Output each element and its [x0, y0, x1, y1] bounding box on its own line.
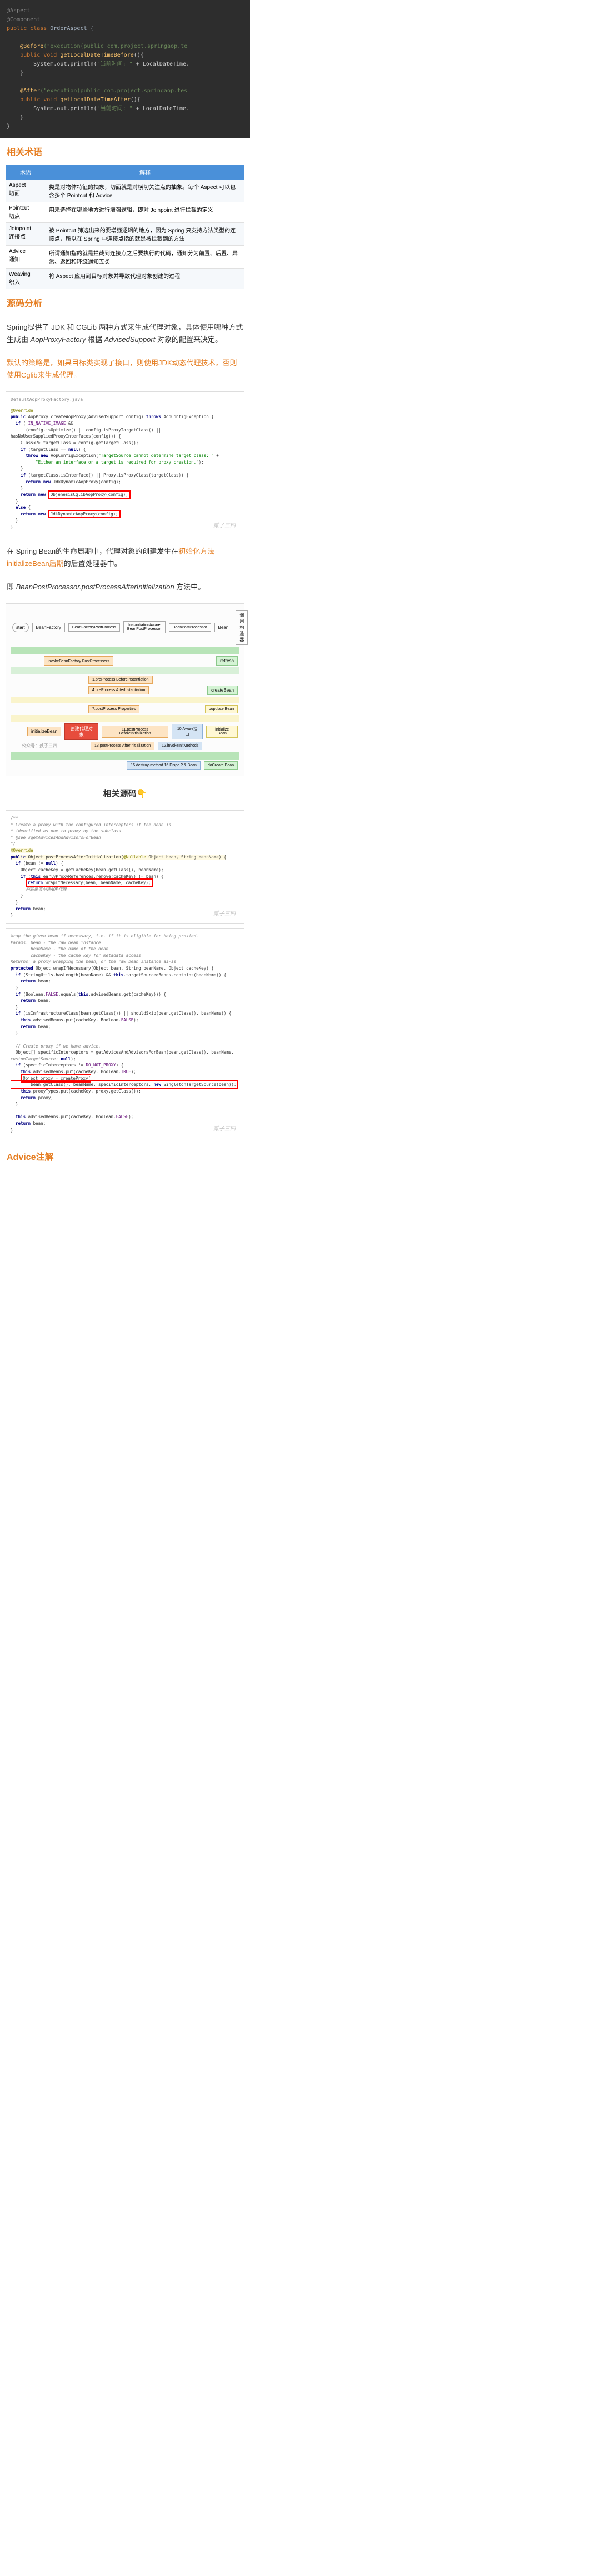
section-advice: Advice注解 — [0, 1143, 250, 1169]
term-cell: Pointcut切点 — [6, 202, 46, 223]
diag-gz: 公众号：贰子三四 — [22, 743, 57, 749]
diag-p4: 4.preProcess AfterInstantiation — [88, 686, 149, 694]
diag-start: start — [12, 623, 29, 632]
terms-table-wrap: 术语解释 Aspect切面类是对物体特征的抽象，切面就是对横切关注点的抽象。每个… — [0, 165, 250, 289]
code-anno: @Before — [20, 43, 43, 49]
diag-ibf: invokeBeanFactory PostProcessors — [44, 656, 113, 666]
code-string: ("execution(public com.project.springaop… — [40, 88, 187, 94]
code-block-aspect: @Aspect @Component public class OrderAsp… — [0, 0, 250, 138]
code-keyword: public class — [7, 26, 47, 32]
watermark: 贰子三四 — [213, 522, 236, 530]
diag-ib: initializeBean — [27, 727, 61, 736]
lifecycle-diagram: start BeanFactory BeanFactoryPostProcess… — [6, 603, 244, 776]
watermark: 贰子三四 — [213, 910, 236, 919]
code-anno: @After — [20, 88, 40, 94]
term-cell: Weaving织入 — [6, 269, 46, 289]
diag-refresh: refresh — [216, 656, 238, 666]
term-cell: Aspect切面 — [6, 180, 46, 202]
code-string: "当前时间: " — [97, 106, 133, 112]
desc-cell: 类是对物体特征的抽象，切面就是对横切关注点的抽象。每个 Aspect 可以包含多… — [46, 180, 244, 202]
code-img-wrap: Wrap the given bean if necessary, i.e. i… — [6, 928, 244, 1138]
diag-des: 15.destroy-method 16.Dispo ? & Bean — [127, 761, 201, 770]
para-1: Spring提供了 JDK 和 CGLib 两种方式来生成代理对象，具体使用哪种… — [0, 316, 250, 351]
code-text: System.out.println( — [33, 106, 97, 112]
section-source: 源码分析 — [0, 289, 250, 316]
code-text: (){ — [134, 52, 144, 58]
code-text: + LocalDateTime. — [133, 106, 189, 112]
diag-bean: Bean — [214, 623, 233, 632]
diag-p7: 7.postProcess Properties — [88, 705, 139, 713]
diag-bfpp: BeanFactoryPostProcess — [68, 623, 120, 632]
code-string: "当前时间: " — [97, 61, 133, 67]
code-keyword: public void — [20, 52, 60, 58]
desc-cell: 被 Pointcut 筛选出来的要增强逻辑的地方，因为 Spring 只支持方法… — [46, 223, 244, 246]
diag-bpp: BeanPostProcessor — [169, 623, 211, 632]
desc-cell: 所谓通知指的就是拦截到连接点之后要执行的代码，通知分为前置、后置、异常、返回和环… — [46, 246, 244, 269]
code-line: @Aspect — [7, 8, 30, 14]
para-3: 在 Spring Bean的生命周期中，代理对象的创建发生在初始化方法initi… — [0, 540, 250, 575]
diag-doc: doCreate Bean — [204, 761, 238, 770]
code-img-factory: DefaultAopProxyFactory.java @Override pu… — [6, 391, 244, 535]
term-cell: Joinpoint连接点 — [6, 223, 46, 246]
desc-cell: 将 Aspect 应用到目标对象并导致代理对象创建的过程 — [46, 269, 244, 289]
diag-init: initialize Bean — [206, 726, 238, 738]
code-string: ("execution(public com.project.springaop… — [43, 43, 187, 49]
para-4: 即 BeanPostProcessor.postProcessAfterInit… — [0, 575, 250, 599]
diag-red-proxy: 创建代理对象 — [64, 723, 98, 740]
diag-p11: 11.postProcess BeforeInitialization — [102, 726, 168, 738]
diag-m12: 12.invokeInitMethods — [158, 742, 202, 750]
code-keyword: public void — [20, 97, 60, 103]
code-text: OrderAspect { — [47, 26, 93, 32]
code-text: (){ — [131, 97, 141, 103]
code-text: } — [20, 70, 23, 76]
para-2-highlight: 默认的策略是，如果目标类实现了接口，则使用JDK动态代理技术，否则使用Cglib… — [0, 351, 250, 387]
diag-p13: 13.postProcess AfterInitialization — [91, 742, 154, 750]
code-line: @Component — [7, 17, 40, 23]
file-tab: DefaultAopProxyFactory.java — [11, 396, 239, 405]
diag-mode: 调用构造器 — [236, 610, 248, 645]
code-text: System.out.println( — [33, 61, 97, 67]
code-method: getLocalDateTimeAfter — [60, 97, 130, 103]
diag-bf: BeanFactory — [32, 623, 65, 632]
watermark: 贰子三四 — [213, 1125, 236, 1134]
terms-table: 术语解释 Aspect切面类是对物体特征的抽象，切面就是对横切关注点的抽象。每个… — [6, 165, 244, 289]
diag-p1: 1.preProcess BeforeInstantiation — [88, 676, 153, 684]
sub-source: 相关源码👇 — [0, 781, 250, 806]
diag-aware: 10.Aware接口 — [172, 724, 203, 739]
diag-ibpp: InstantiationAware BeanPostProcessor — [123, 621, 166, 633]
th-desc: 解释 — [46, 165, 244, 180]
diag-pop: populate Bean — [205, 705, 238, 713]
code-text: } — [20, 115, 23, 121]
desc-cell: 用来选择在哪些地方进行增强逻辑，即对 Joinpoint 进行拦截的定义 — [46, 202, 244, 223]
code-text: + LocalDateTime. — [133, 61, 189, 67]
section-terms: 相关术语 — [0, 138, 250, 165]
code-text: } — [7, 123, 10, 130]
diag-create: createBean — [207, 686, 238, 695]
code-img-postprocess: /** * Create a proxy with the configured… — [6, 810, 244, 924]
code-method: getLocalDateTimeBefore — [60, 52, 133, 58]
term-cell: Advice通知 — [6, 246, 46, 269]
th-term: 术语 — [6, 165, 46, 180]
